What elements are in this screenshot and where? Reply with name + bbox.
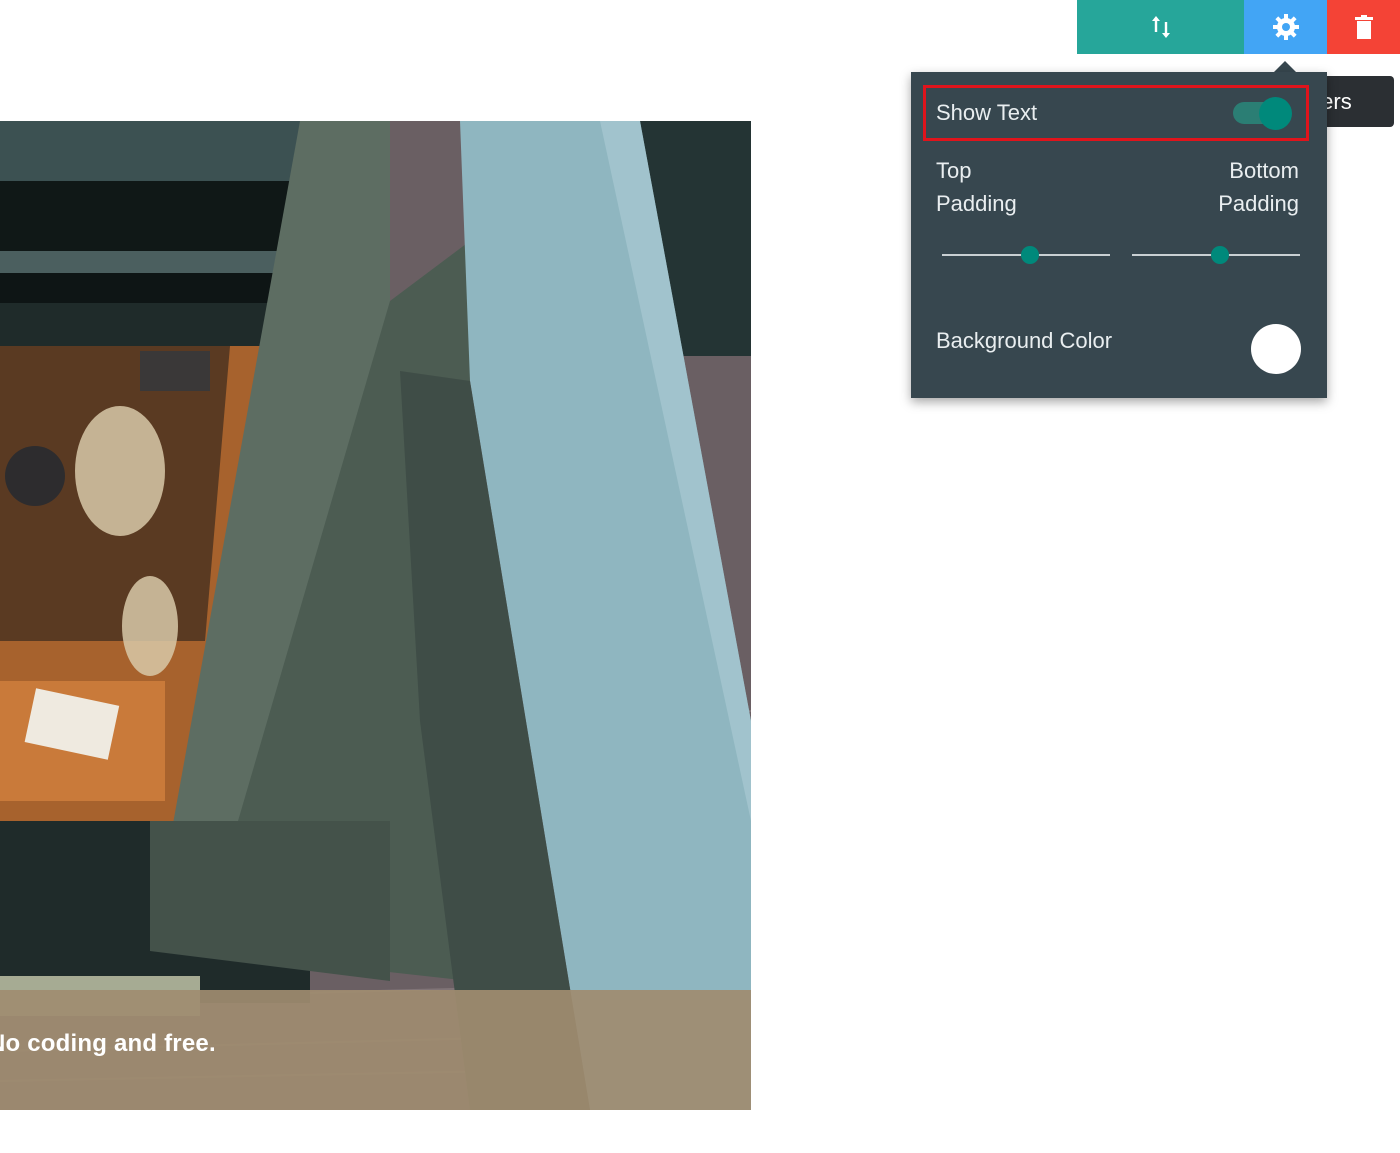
block-image	[0, 121, 751, 1110]
trash-icon	[1354, 15, 1373, 39]
top-padding-slider-thumb[interactable]	[1021, 246, 1039, 264]
block-toolbar	[1077, 0, 1400, 54]
show-text-toggle-knob[interactable]	[1259, 97, 1292, 130]
bottom-padding-slider[interactable]	[1132, 243, 1300, 267]
move-block-button[interactable]	[1077, 0, 1244, 54]
bottom-padding-label-line1: Bottom	[1229, 158, 1299, 183]
bottom-padding-slider-thumb[interactable]	[1211, 246, 1229, 264]
settings-button[interactable]	[1244, 0, 1327, 54]
background-color-swatch[interactable]	[1251, 324, 1301, 374]
top-padding-label-line2: Padding	[936, 191, 1017, 216]
top-padding-label-line1: Top	[936, 158, 972, 183]
background-color-label: Background Color	[936, 328, 1113, 353]
move-updown-icon	[1151, 16, 1170, 38]
delete-block-button[interactable]	[1327, 0, 1400, 54]
bottom-padding-label-line2: Padding	[1218, 191, 1299, 216]
cafe-building-photo	[0, 121, 751, 1110]
gear-icon	[1272, 14, 1299, 40]
image-caption: No coding and free.	[0, 1030, 216, 1057]
top-padding-slider[interactable]	[942, 243, 1110, 267]
show-text-label: Show Text	[936, 100, 1038, 125]
block-settings-panel: Show Text Top Padding Bottom Padding Bac…	[911, 72, 1327, 398]
